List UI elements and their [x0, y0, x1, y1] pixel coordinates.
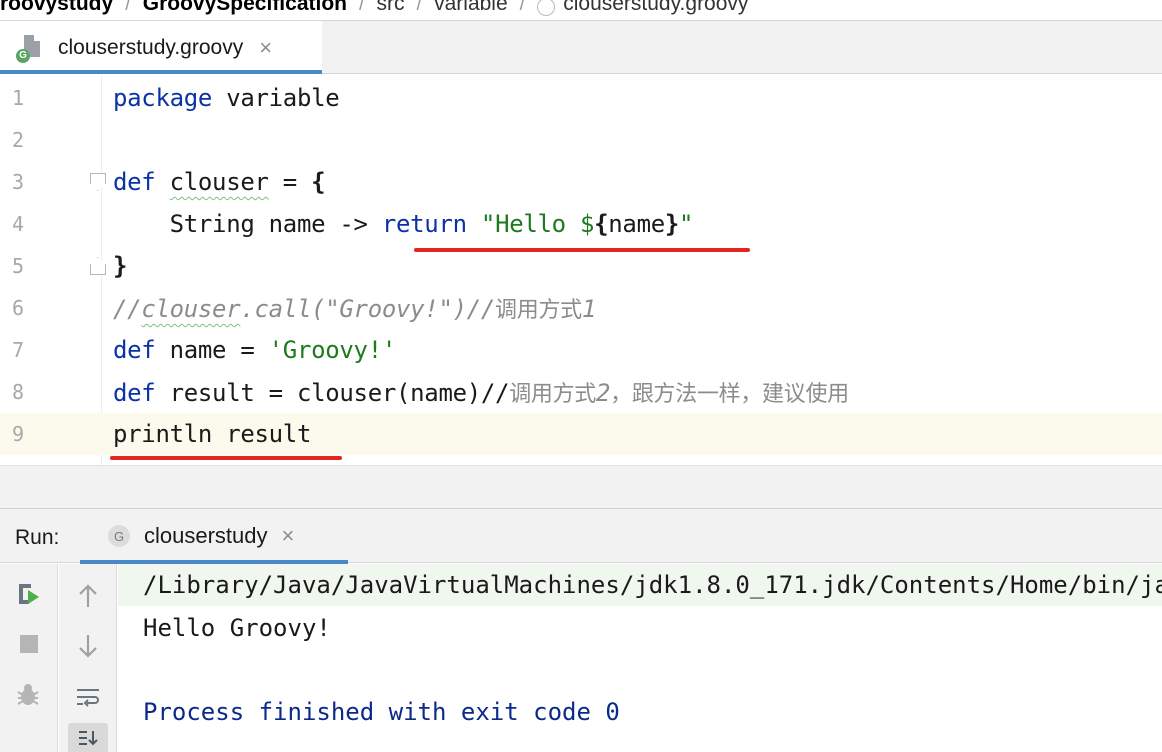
line-number: 2: [12, 128, 25, 152]
close-icon[interactable]: ×: [282, 523, 295, 549]
debug-icon[interactable]: [0, 676, 58, 716]
breadcrumb-src[interactable]: src: [377, 0, 405, 16]
line-number: 7: [12, 338, 25, 362]
breadcrumb-module[interactable]: GroovySpecification: [143, 0, 347, 16]
editor-tab-clouserstudy[interactable]: G clouserstudy.groovy ×: [0, 21, 322, 74]
breadcrumb-package[interactable]: variable: [434, 0, 508, 16]
annotation-underline: [110, 456, 342, 460]
stop-icon[interactable]: [0, 624, 58, 664]
breadcrumb-separator: /: [358, 0, 365, 15]
current-code-line: 9 println result: [0, 413, 1162, 455]
line-number: 5: [12, 254, 25, 278]
breadcrumb-separator: /: [416, 0, 423, 15]
console-command-line: /Library/Java/JavaVirtualMachines/jdk1.8…: [118, 564, 1162, 606]
code-line: 4 String name -> return "Hello ${name}": [0, 203, 1162, 245]
console-exit-line: Process finished with exit code 0: [143, 698, 620, 726]
console-output[interactable]: /Library/Java/JavaVirtualMachines/jdk1.8…: [118, 564, 1162, 752]
run-panel-label: Run:: [15, 526, 60, 549]
breadcrumb-separator: /: [519, 0, 526, 15]
code-editor[interactable]: 1 package variable 2 3 def clouser = { 4…: [0, 75, 1162, 465]
run-tab-label: clouserstudy: [144, 523, 268, 548]
code-text: }: [113, 252, 128, 280]
run-panel-header: Run: G clouserstudy ×: [0, 508, 1162, 564]
code-text: println result: [113, 420, 312, 448]
soft-wrap-icon[interactable]: [59, 678, 117, 718]
code-line: 2: [0, 119, 1162, 161]
code-text: def clouser = {: [113, 168, 326, 196]
code-line: 1 package variable: [0, 77, 1162, 119]
run-toolbar-secondary: [59, 564, 117, 752]
scroll-to-end-icon[interactable]: [59, 723, 117, 752]
editor-tab-label: clouserstudy.groovy: [58, 35, 244, 59]
groovy-file-icon: [537, 0, 556, 16]
line-number: 1: [12, 86, 25, 110]
groovy-icon: G: [108, 525, 130, 547]
code-text: def result = clouser(name)//调用方式2，跟方法一样，…: [113, 379, 849, 407]
line-number: 9: [12, 422, 25, 446]
rerun-icon[interactable]: [0, 574, 58, 614]
console-output-line: Hello Groovy!: [143, 614, 331, 642]
fold-end-icon[interactable]: [90, 257, 106, 275]
code-line: 6 //clouser.call("Groovy!")//调用方式1: [0, 287, 1162, 329]
line-number: 8: [12, 380, 25, 404]
scroll-up-icon[interactable]: [59, 576, 117, 616]
breadcrumb-separator: /: [125, 0, 131, 15]
line-number: 3: [12, 170, 25, 194]
breadcrumb-file[interactable]: clouserstudy.groovy: [563, 0, 748, 16]
groovy-file-icon: G: [16, 33, 44, 63]
active-tab-indicator: [0, 70, 322, 74]
run-panel: /Library/Java/JavaVirtualMachines/jdk1.8…: [0, 564, 1162, 752]
fold-collapse-icon[interactable]: [90, 173, 106, 191]
code-line: 3 def clouser = {: [0, 161, 1162, 203]
scroll-down-icon[interactable]: [59, 626, 117, 666]
code-text: String name -> return "Hello ${name}": [169, 210, 694, 238]
line-number: 6: [12, 296, 25, 320]
line-number: 4: [12, 212, 25, 236]
annotation-underline: [414, 248, 750, 252]
code-line: 7 def name = 'Groovy!': [0, 329, 1162, 371]
breadcrumb: roovystudy / GroovySpecification / src /…: [0, 0, 1162, 20]
code-text: package variable: [113, 84, 340, 112]
run-toolbar-primary: [0, 564, 58, 752]
code-line: 8 def result = clouser(name)//调用方式2，跟方法一…: [0, 371, 1162, 413]
editor-tab-strip: G clouserstudy.groovy ×: [0, 20, 1162, 74]
code-text: //clouser.call("Groovy!")//调用方式1: [113, 295, 597, 323]
editor-empty-area: [0, 465, 1162, 508]
close-icon[interactable]: ×: [259, 36, 272, 59]
code-text: def name = 'Groovy!': [113, 336, 396, 364]
run-tab-clouserstudy[interactable]: G clouserstudy ×: [80, 509, 348, 564]
breadcrumb-project[interactable]: roovystudy: [0, 0, 113, 16]
